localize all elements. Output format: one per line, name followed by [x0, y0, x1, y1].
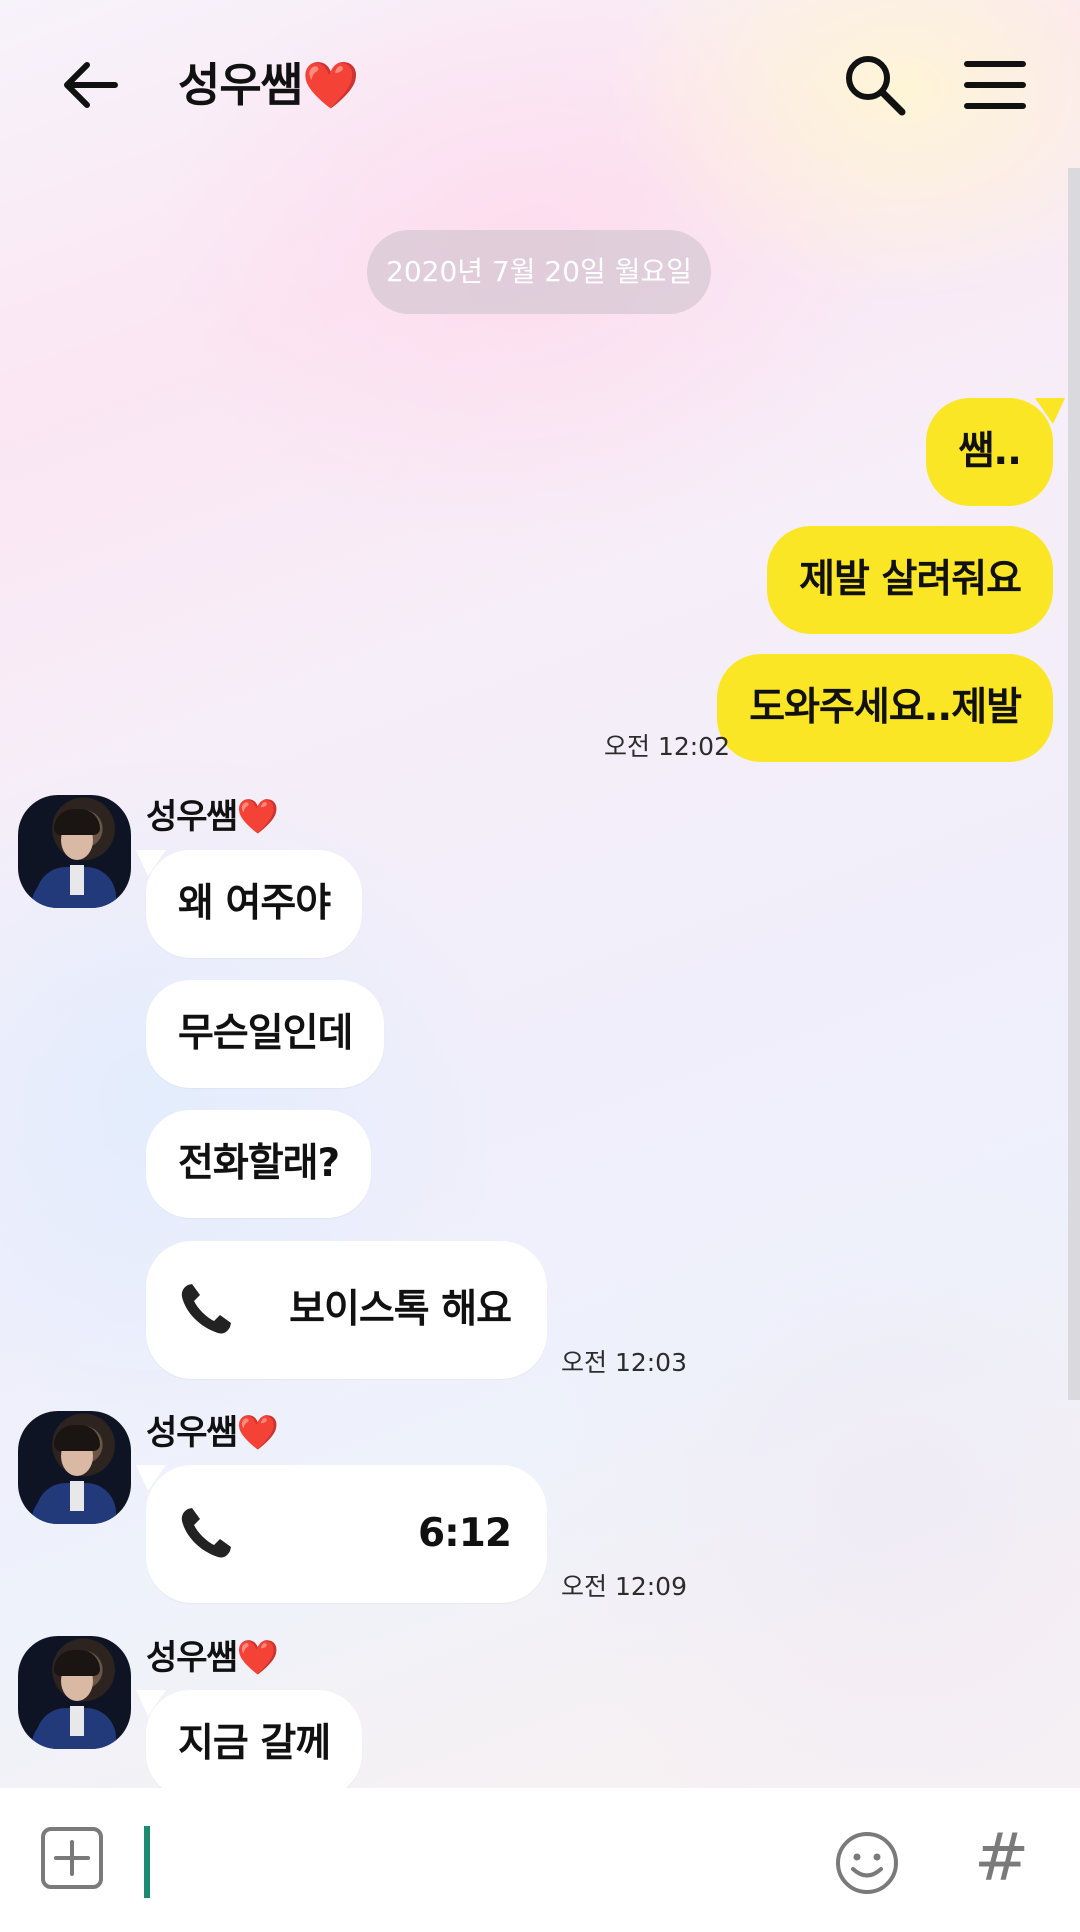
- scrollbar[interactable]: [1068, 168, 1080, 1400]
- message-timestamp: 오전 12:09: [561, 1572, 687, 1601]
- plus-icon[interactable]: [40, 1826, 104, 1890]
- message-text: 도와주세요..제발: [749, 685, 1022, 730]
- avatar[interactable]: [18, 1636, 131, 1749]
- my-message-bubble[interactable]: 도와주세요..제발: [717, 654, 1053, 762]
- received-message-bubble[interactable]: 지금 갈께: [136, 1690, 363, 1798]
- received-message-bubble[interactable]: 전화할래?: [146, 1110, 372, 1218]
- chat-header: 성우쌤❤️: [0, 0, 1080, 170]
- message-text: 왜 여주야: [178, 881, 331, 926]
- my-message-bubble[interactable]: 쌤..: [926, 398, 1065, 506]
- heart-icon: ❤️: [301, 58, 359, 112]
- received-message-bubble[interactable]: 왜 여주야: [136, 850, 363, 958]
- avatar[interactable]: [18, 795, 131, 908]
- message-timestamp: 오전 12:03: [561, 1348, 687, 1377]
- sender-name-text: 성우쌤: [146, 1413, 238, 1453]
- menu-icon[interactable]: [961, 50, 1031, 120]
- avatar[interactable]: [18, 1411, 131, 1524]
- message-text: 지금 갈께: [178, 1721, 331, 1766]
- search-icon[interactable]: [840, 50, 910, 120]
- sender-name: 성우쌤❤️: [146, 1409, 279, 1457]
- voicetalk-text: 보이스톡 해요: [289, 1287, 512, 1332]
- heart-icon: ❤️: [236, 1638, 279, 1678]
- call-duration-bubble[interactable]: 6:12: [136, 1465, 547, 1603]
- bubble-tail: [136, 1690, 166, 1716]
- smiley-icon[interactable]: [834, 1830, 900, 1896]
- message-text: 전화할래?: [178, 1141, 340, 1186]
- sender-name-text: 성우쌤: [146, 1638, 238, 1678]
- heart-icon: ❤️: [236, 1413, 279, 1453]
- heart-icon: ❤️: [236, 797, 279, 837]
- back-arrow-icon[interactable]: [55, 50, 125, 120]
- message-input-bar: #: [0, 1788, 1080, 1932]
- sender-name: 성우쌤❤️: [146, 1634, 279, 1682]
- phone-icon: [181, 1284, 231, 1334]
- date-divider: 2020년 7월 20일 월요일: [367, 230, 711, 314]
- message-text: 무슨일인데: [178, 1011, 353, 1056]
- received-message-bubble[interactable]: 무슨일인데: [146, 980, 385, 1088]
- phone-icon: [181, 1508, 231, 1558]
- message-text: 쌤..: [958, 429, 1022, 474]
- sender-name-text: 성우쌤: [146, 797, 238, 837]
- bubble-tail: [136, 850, 166, 876]
- bubble-tail: [1035, 398, 1065, 424]
- sender-name: 성우쌤❤️: [146, 793, 279, 841]
- message-text: 제발 살려줘요: [799, 557, 1022, 602]
- bubble-tail: [136, 1465, 166, 1491]
- chat-title-text: 성우쌤: [178, 58, 303, 112]
- hashtag-icon[interactable]: #: [974, 1818, 1029, 1898]
- chat-title: 성우쌤❤️: [178, 52, 359, 118]
- voicetalk-bubble[interactable]: 보이스톡 해요: [146, 1241, 547, 1379]
- message-timestamp: 오전 12:02: [604, 732, 730, 761]
- message-input[interactable]: [150, 1818, 804, 1900]
- call-duration-text: 6:12: [417, 1511, 512, 1556]
- my-message-bubble[interactable]: 제발 살려줘요: [767, 526, 1053, 634]
